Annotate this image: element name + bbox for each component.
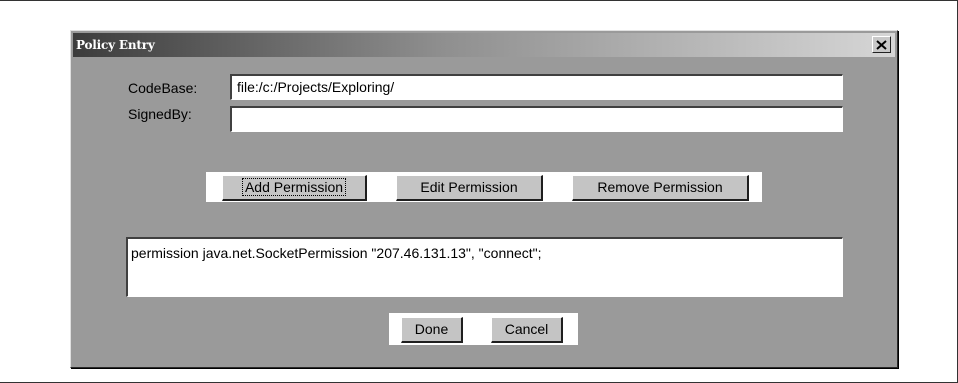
permission-entry[interactable]: permission java.net.SocketPermission "20…: [131, 245, 542, 261]
edit-permission-label: Edit Permission: [420, 179, 518, 195]
remove-permission-button[interactable]: Remove Permission: [572, 175, 749, 201]
done-label: Done: [414, 321, 449, 337]
signedby-label: SignedBy:: [128, 106, 192, 122]
close-x-icon: [876, 39, 887, 50]
title-bar[interactable]: Policy Entry: [73, 33, 895, 57]
codebase-label: CodeBase:: [128, 80, 198, 96]
done-button[interactable]: Done: [401, 317, 463, 343]
edit-permission-button[interactable]: Edit Permission: [396, 175, 543, 201]
close-button[interactable]: [872, 36, 891, 53]
codebase-field[interactable]: file:/c:/Projects/Exploring/: [230, 74, 843, 100]
add-permission-label: Add Permission: [241, 178, 347, 196]
policy-entry-dialog: Policy Entry CodeBase: file:/c:/Projects…: [70, 30, 898, 368]
signedby-field[interactable]: [230, 106, 843, 132]
cancel-button[interactable]: Cancel: [491, 317, 563, 343]
permissions-list[interactable]: permission java.net.SocketPermission "20…: [126, 237, 843, 297]
cancel-label: Cancel: [504, 321, 549, 337]
dialog-title: Policy Entry: [76, 38, 155, 52]
add-permission-button[interactable]: Add Permission: [222, 175, 367, 201]
remove-permission-label: Remove Permission: [597, 179, 723, 195]
